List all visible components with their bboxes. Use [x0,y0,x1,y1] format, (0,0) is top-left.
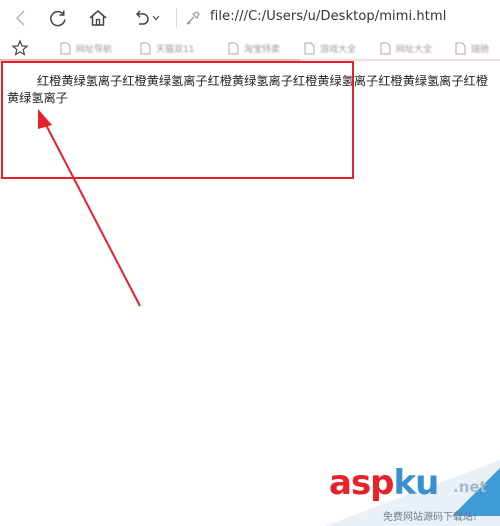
page-icon [60,42,71,54]
watermark: aspku .net 免费网站源码下载站! [325,460,500,526]
file-protocol-icon [186,11,200,25]
watermark-subtitle: 免费网站源码下载站! [383,512,478,523]
star-icon[interactable] [11,39,29,57]
watermark-logo: aspku [329,463,440,503]
undo-history-dropdown[interactable] [148,5,164,31]
logo-net: .net [453,478,487,496]
favorite-label: 天猫双11 [156,44,195,55]
address-bar-url[interactable]: file:///C:/Users/u/Desktop/mimi.html [210,9,446,24]
back-button[interactable] [8,5,34,31]
favorite-label: 网址大全 [396,44,433,55]
favorite-item-2[interactable]: 天猫双11 [140,40,194,56]
toolbar-divider [176,8,177,28]
browser-toolbar: file:///C:/Users/u/Desktop/mimi.html [0,0,500,36]
page-icon [228,42,239,54]
chevron-down-icon [152,15,160,21]
favorite-item-1[interactable]: 网址导航 [60,40,112,56]
page-icon [380,42,391,54]
favorite-item-6[interactable]: 瑞驰 [455,40,489,56]
favorite-item-5[interactable]: 网址大全 [380,40,432,56]
logo-ku: ku [393,463,440,503]
home-button[interactable] [85,5,111,31]
page-icon [455,42,466,54]
favorite-label: 游戏大全 [320,44,357,55]
page-content: 红橙黄绿氢离子红橙黄绿氢离子红橙黄绿氢离子红橙黄绿氢离子红橙黄绿氢离子红橙黄绿氢… [0,61,500,526]
favorite-label: 淘宝特卖 [244,44,281,55]
favorite-item-4[interactable]: 游戏大全 [304,40,356,56]
browser-window: file:///C:/Users/u/Desktop/mimi.html 网址导… [0,0,500,526]
page-icon [140,42,151,54]
favorites-bar: 网址导航 天猫双11 淘宝特卖 游戏大全 网址大全 瑞驰 [0,36,500,61]
refresh-icon [50,10,66,27]
page-icon [304,42,315,54]
home-icon [89,10,107,26]
logo-asp: asp [329,463,395,503]
red-annotation-arrow [38,109,141,307]
favorite-label: 瑞驰 [471,44,490,55]
favorite-item-3[interactable]: 淘宝特卖 [228,40,280,56]
refresh-button[interactable] [45,5,71,31]
back-arrow-icon [15,10,25,26]
favorite-label: 网址导航 [76,44,113,55]
